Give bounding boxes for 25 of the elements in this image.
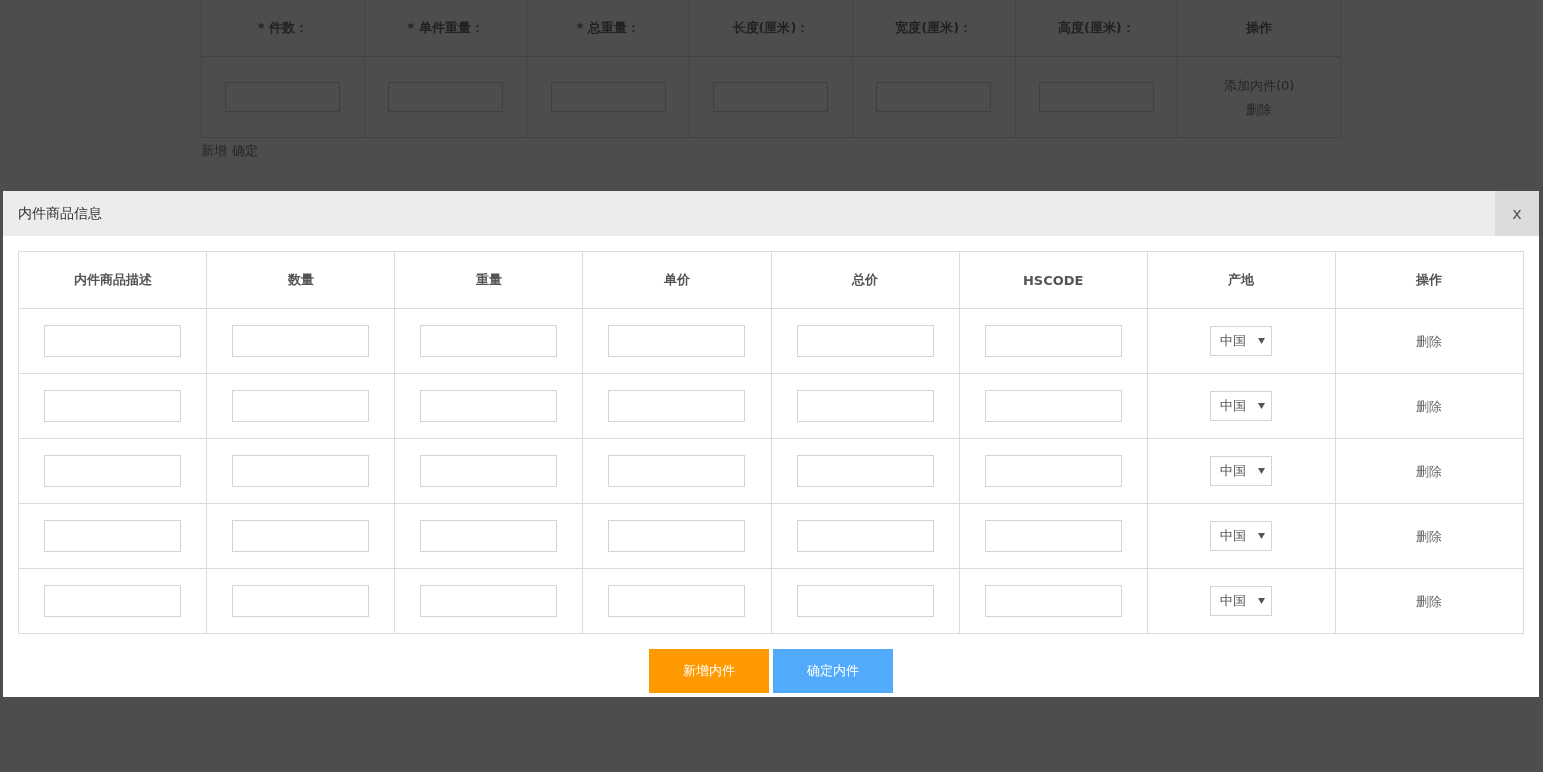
- column-header: 产地: [1147, 251, 1336, 309]
- dropdown-arrow-icon: [1258, 598, 1266, 604]
- dropdown-arrow-icon: [1258, 338, 1266, 344]
- delete-link[interactable]: 删除: [1416, 399, 1443, 414]
- dropdown-arrow-icon: [1258, 533, 1266, 539]
- column-header: 操作: [1335, 251, 1524, 309]
- dropdown-arrow-icon: [1258, 468, 1266, 474]
- close-button[interactable]: x: [1495, 191, 1539, 236]
- delete-link[interactable]: 删除: [1416, 594, 1443, 609]
- column-header: 数量: [206, 251, 395, 309]
- dialog-title: 内件商品信息: [18, 204, 102, 223]
- origin-dropdown[interactable]: 中国: [1210, 326, 1273, 356]
- origin-dropdown[interactable]: 中国: [1210, 456, 1273, 486]
- column-header: 总价: [771, 251, 960, 309]
- dropdown-arrow-icon: [1258, 403, 1266, 409]
- origin-dropdown[interactable]: 中国: [1210, 586, 1273, 616]
- column-header: HSCODE: [959, 251, 1148, 309]
- column-header: 内件商品描述: [18, 251, 207, 309]
- origin-dropdown[interactable]: 中国: [1210, 521, 1273, 551]
- column-header: 重量: [394, 251, 583, 309]
- delete-link[interactable]: 删除: [1416, 529, 1443, 544]
- origin-dropdown[interactable]: 中国: [1210, 391, 1273, 421]
- delete-link[interactable]: 删除: [1416, 334, 1443, 349]
- delete-link[interactable]: 删除: [1416, 464, 1443, 479]
- column-header: 单价: [582, 251, 771, 309]
